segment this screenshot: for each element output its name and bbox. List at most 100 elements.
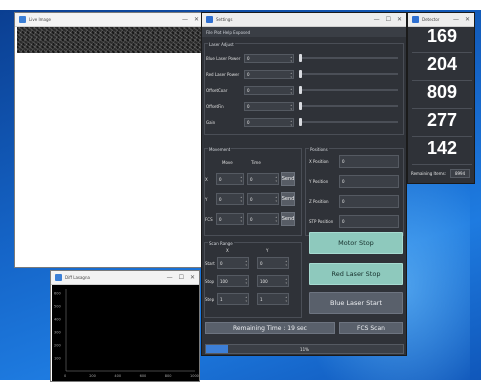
time-input[interactable]: 0 ▴ ▾ <box>247 193 279 205</box>
fcs-scan-button[interactable]: FCS Scan <box>339 322 403 334</box>
top-strip <box>0 0 481 10</box>
laser-value-input[interactable]: 0 ▴ ▾ <box>244 69 294 79</box>
scan-x-input[interactable]: 1 ▴ ▾ <box>217 293 249 305</box>
close-icon[interactable]: ✕ <box>190 274 195 281</box>
app-icon <box>206 16 213 23</box>
y-tick-label: 400 <box>54 318 61 322</box>
count-divider <box>412 52 472 53</box>
move-input[interactable]: 0 ▴ ▾ <box>216 173 244 185</box>
blue-laser-start-button[interactable]: Blue Laser Start <box>309 292 403 314</box>
menu-items[interactable]: File Plot Help Exposed <box>206 30 250 35</box>
spin-arrows-icon[interactable]: ▴ ▾ <box>290 119 292 127</box>
scan-progress-bar: 11% <box>205 344 404 354</box>
spin-arrows-icon[interactable]: ▴ ▾ <box>275 215 277 223</box>
laser-value: 0 <box>247 71 250 77</box>
x-tick-label: 400 <box>114 374 121 378</box>
time-value: 0 <box>250 176 253 182</box>
spin-arrows-icon[interactable]: ▴ ▾ <box>240 175 242 183</box>
x-tick-label: 1000 <box>190 374 199 378</box>
scan-y-value: 1 <box>260 296 263 302</box>
scan-x-header: X <box>226 248 229 253</box>
laser-slider[interactable] <box>299 118 398 126</box>
motor-stop-button[interactable]: Motor Stop <box>309 232 403 254</box>
laser-slider[interactable] <box>299 54 398 62</box>
y-tick-label: 200 <box>54 344 61 348</box>
laser-value-input[interactable]: 0 ▴ ▾ <box>244 85 294 95</box>
detector-titlebar[interactable]: Detector — ✕ <box>408 13 474 27</box>
minimize-icon[interactable]: — <box>182 16 188 23</box>
spin-arrows-icon[interactable]: ▴ ▾ <box>275 175 277 183</box>
app-icon <box>412 16 419 23</box>
close-icon[interactable]: ✕ <box>194 16 199 23</box>
graph-window[interactable]: Diff Lasagna — ☐ ✕ 100 200 300 400 500 600 0 20… <box>50 270 200 382</box>
move-input[interactable]: 0 ▴ ▾ <box>216 213 244 225</box>
count-value: 204 <box>426 54 458 74</box>
scan-y-input[interactable]: 1 ▴ ▾ <box>257 293 289 305</box>
laser-value-input[interactable]: 0 ▴ ▾ <box>244 117 294 127</box>
laser-value-input[interactable]: 0 ▴ ▾ <box>244 101 294 111</box>
spin-arrows-icon[interactable]: ▴ ▾ <box>290 103 292 111</box>
scan-x-input[interactable]: 100 ▴ ▾ <box>217 275 249 287</box>
laser-slider[interactable] <box>299 70 398 78</box>
spin-arrows-icon[interactable]: ▴ ▾ <box>285 259 287 267</box>
spin-arrows-icon[interactable]: ▴ ▾ <box>245 259 247 267</box>
minimize-icon[interactable]: — <box>374 16 380 23</box>
camera-window[interactable]: Live Image — ✕ <box>14 12 204 268</box>
count-value: 142 <box>426 138 458 158</box>
send-button[interactable]: Send <box>281 192 295 206</box>
close-icon[interactable]: ✕ <box>465 16 470 23</box>
laser-value: 0 <box>247 87 250 93</box>
spin-arrows-icon[interactable]: ▴ ▾ <box>245 277 247 285</box>
laser-row: Blue Laser Power 0 ▴ ▾ <box>206 53 294 63</box>
slider-handle[interactable] <box>299 118 302 126</box>
slider-handle[interactable] <box>299 70 302 78</box>
slider-handle[interactable] <box>299 54 302 62</box>
graph-titlebar[interactable]: Diff Lasagna — ☐ ✕ <box>51 271 199 285</box>
axis-label: Y <box>205 196 208 202</box>
settings-titlebar[interactable]: Settings — ☐ ✕ <box>202 13 406 27</box>
movement-row: Y 0 ▴ ▾ 0 ▴ ▾ Send <box>205 192 295 206</box>
position-value: 0 <box>339 214 399 228</box>
position-row: Y Position 0 <box>309 174 399 188</box>
minimize-icon[interactable]: — <box>453 16 459 23</box>
laser-row: OffsetCoar 0 ▴ ▾ <box>206 85 294 95</box>
maximize-icon[interactable]: ☐ <box>386 16 391 23</box>
spin-arrows-icon[interactable]: ▴ ▾ <box>240 215 242 223</box>
settings-window[interactable]: Settings — ☐ ✕ File Plot Help Exposed La… <box>201 12 407 356</box>
scan-y-input[interactable]: 0 ▴ ▾ <box>257 257 289 269</box>
scan-x-input[interactable]: 0 ▴ ▾ <box>217 257 249 269</box>
scan-x-value: 0 <box>220 260 223 266</box>
move-input[interactable]: 0 ▴ ▾ <box>216 193 244 205</box>
laser-label: OffsetFin <box>206 103 224 109</box>
spin-arrows-icon[interactable]: ▴ ▾ <box>245 295 247 303</box>
spin-arrows-icon[interactable]: ▴ ▾ <box>285 295 287 303</box>
camera-titlebar[interactable]: Live Image — ✕ <box>15 13 203 27</box>
maximize-icon[interactable]: ☐ <box>179 274 184 281</box>
graph-window-title: Diff Lasagna <box>65 275 90 280</box>
send-button[interactable]: Send <box>281 212 295 226</box>
position-label: STP Position <box>309 218 334 224</box>
laser-label: Gain <box>206 119 216 125</box>
laser-value-input[interactable]: 0 ▴ ▾ <box>244 53 294 63</box>
slider-handle[interactable] <box>299 86 302 94</box>
slider-handle[interactable] <box>299 102 302 110</box>
spin-arrows-icon[interactable]: ▴ ▾ <box>240 195 242 203</box>
spin-arrows-icon[interactable]: ▴ ▾ <box>275 195 277 203</box>
position-value: 0 <box>339 174 399 188</box>
send-button[interactable]: Send <box>281 172 295 186</box>
laser-slider[interactable] <box>299 86 398 94</box>
spin-arrows-icon[interactable]: ▴ ▾ <box>290 87 292 95</box>
menu-bar[interactable]: File Plot Help Exposed <box>202 27 406 37</box>
red-laser-stop-button[interactable]: Red Laser Stop <box>309 263 403 285</box>
time-input[interactable]: 0 ▴ ▾ <box>247 173 279 185</box>
spin-arrows-icon[interactable]: ▴ ▾ <box>290 55 292 63</box>
scan-y-input[interactable]: 100 ▴ ▾ <box>257 275 289 287</box>
time-input[interactable]: 0 ▴ ▾ <box>247 213 279 225</box>
detector-window[interactable]: Detector — ✕ Remaining Items: 8994 169 20… <box>407 12 475 184</box>
laser-slider[interactable] <box>299 102 398 110</box>
spin-arrows-icon[interactable]: ▴ ▾ <box>290 71 292 79</box>
laser-row: Gain 0 ▴ ▾ <box>206 117 294 127</box>
close-icon[interactable]: ✕ <box>397 16 402 23</box>
spin-arrows-icon[interactable]: ▴ ▾ <box>285 277 287 285</box>
minimize-icon[interactable]: — <box>167 274 173 281</box>
